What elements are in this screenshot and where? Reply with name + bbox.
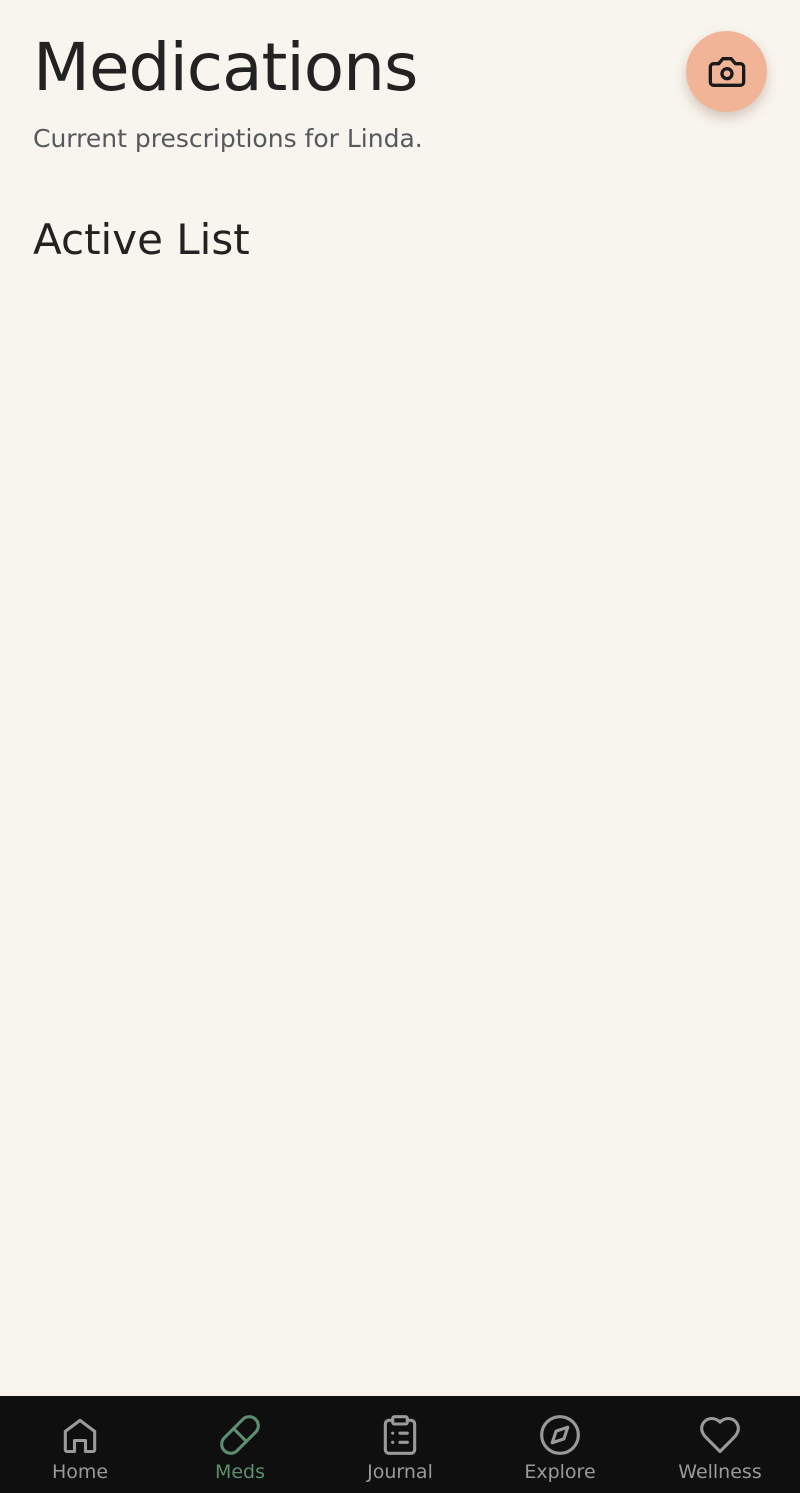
nav-label-explore: Explore [524,1461,596,1483]
camera-icon [708,56,745,87]
heart-icon [700,1416,740,1454]
nav-item-journal[interactable]: Journal [320,1396,480,1493]
page-title: Medications [33,29,418,106]
nav-label-wellness: Wellness [678,1461,762,1483]
pill-icon [220,1415,260,1455]
bottom-navigation: Home Meds Journal Explore Wellness [0,1396,800,1493]
nav-label-meds: Meds [214,1461,266,1483]
medications-screen: Medications Current prescriptions for Li… [0,0,800,1493]
compass-icon [540,1415,580,1455]
clipboard-list-icon [383,1415,417,1455]
nav-item-explore[interactable]: Explore [480,1396,640,1493]
nav-item-wellness[interactable]: Wellness [640,1396,800,1493]
nav-item-home[interactable]: Home [0,1396,160,1493]
nav-label-journal: Journal [367,1461,433,1483]
page-subtitle: Current prescriptions for Linda. [33,124,423,153]
nav-label-home: Home [51,1461,109,1483]
camera-button[interactable] [686,31,767,112]
active-list-heading: Active List [33,215,250,264]
nav-item-meds[interactable]: Meds [160,1396,320,1493]
home-icon [63,1418,97,1454]
